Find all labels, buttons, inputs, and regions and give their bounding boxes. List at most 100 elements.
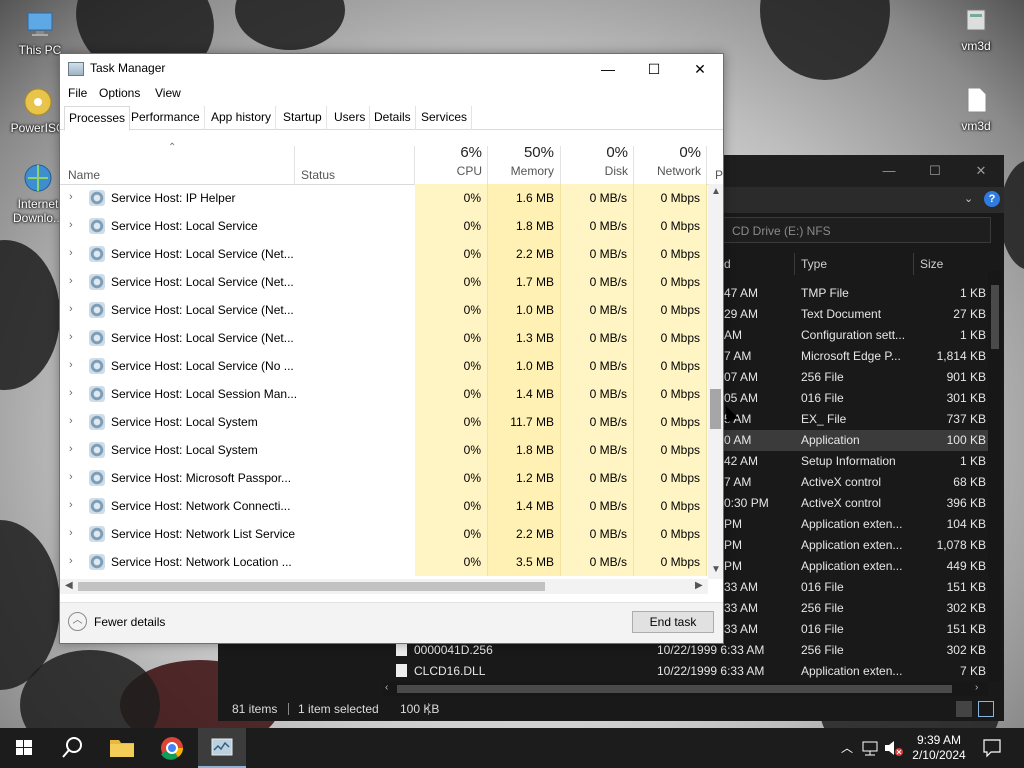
tab-startup[interactable]: Startup bbox=[279, 106, 327, 130]
column-divider[interactable] bbox=[913, 253, 914, 275]
process-row[interactable]: › Service Host: Network Connecti... 0% 1.4 … bbox=[60, 492, 708, 520]
column-divider[interactable] bbox=[794, 253, 795, 275]
column-header-cpu[interactable]: 6% CPU bbox=[416, 144, 482, 178]
explorer-close-button[interactable]: ✕ bbox=[958, 155, 1004, 187]
scroll-up-icon[interactable]: ▲ bbox=[711, 186, 721, 197]
tab-services[interactable]: Services bbox=[417, 106, 473, 130]
expand-chevron-icon[interactable]: › bbox=[69, 443, 73, 455]
column-divider[interactable] bbox=[706, 146, 707, 185]
expand-chevron-icon[interactable]: › bbox=[69, 247, 73, 259]
desktop-icon-vm3d-file[interactable]: vm3d bbox=[946, 84, 1006, 133]
column-header-size[interactable]: Size bbox=[920, 253, 943, 275]
tab-users[interactable]: Users bbox=[330, 106, 371, 130]
scroll-right-icon[interactable]: ▶ bbox=[695, 580, 703, 591]
menu-view[interactable]: View bbox=[155, 86, 181, 100]
action-center-icon[interactable] bbox=[978, 728, 1006, 768]
process-row[interactable]: › Service Host: Microsoft Passpor... 0% 1.2… bbox=[60, 464, 708, 492]
volume-muted-icon[interactable] bbox=[882, 728, 904, 768]
column-header-power[interactable]: P bbox=[715, 168, 723, 182]
details-view-icon[interactable] bbox=[956, 701, 972, 717]
expand-chevron-icon[interactable]: › bbox=[69, 331, 73, 343]
process-row[interactable]: › Service Host: Local Session Man... 0% 1.4… bbox=[60, 380, 708, 408]
column-header-date[interactable]: d bbox=[724, 253, 731, 275]
scroll-right-icon[interactable]: › bbox=[975, 682, 978, 693]
task-manager-titlebar[interactable]: Task Manager — ☐ ✕ bbox=[60, 54, 723, 84]
taskbar-task-manager[interactable] bbox=[198, 728, 246, 768]
column-header-memory[interactable]: 50% Memory bbox=[490, 144, 554, 178]
tab-details[interactable]: Details bbox=[370, 106, 416, 130]
scrollbar-thumb[interactable] bbox=[991, 285, 999, 349]
start-button[interactable] bbox=[0, 728, 48, 768]
expand-chevron-icon[interactable]: › bbox=[69, 359, 73, 371]
process-row[interactable]: › Service Host: Local Service (Net... 0% 1.… bbox=[60, 296, 708, 324]
process-row[interactable]: › Service Host: Local Service (Net... 0% 1.… bbox=[60, 324, 708, 352]
column-divider[interactable] bbox=[487, 146, 488, 185]
process-row[interactable]: › Service Host: Local Service (Net... 0% 2.… bbox=[60, 240, 708, 268]
process-row[interactable]: › Service Host: Network List Service 0% 2.2… bbox=[60, 520, 708, 548]
search-button[interactable] bbox=[48, 728, 96, 768]
desktop-icon-this-pc[interactable]: This PC bbox=[10, 8, 70, 57]
task-manager-window[interactable]: Task Manager — ☐ ✕ File Options View Pro… bbox=[59, 53, 724, 644]
close-button[interactable]: ✕ bbox=[677, 54, 723, 84]
explorer-vertical-scrollbar[interactable] bbox=[988, 271, 1002, 681]
menu-file[interactable]: File bbox=[68, 86, 87, 100]
expand-chevron-icon[interactable]: › bbox=[69, 275, 73, 287]
fewer-details-link[interactable]: Fewer details bbox=[94, 615, 165, 629]
scroll-down-icon[interactable]: ▼ bbox=[711, 564, 721, 575]
help-icon[interactable]: ? bbox=[984, 191, 1000, 207]
process-row[interactable]: › Service Host: IP Helper 0% 1.6 MB 0 MB/s 0 … bbox=[60, 184, 708, 212]
clock[interactable]: 9:39 AM 2/10/2024 bbox=[906, 728, 972, 768]
process-row[interactable]: › Service Host: Local Service (Net... 0% 1.… bbox=[60, 268, 708, 296]
column-divider[interactable] bbox=[294, 146, 295, 185]
explorer-minimize-button[interactable]: — bbox=[866, 155, 912, 187]
tab-app-history[interactable]: App history bbox=[207, 106, 277, 130]
vertical-scrollbar[interactable]: ▲ ▼ bbox=[708, 184, 723, 579]
explorer-horizontal-scrollbar[interactable]: ‹ › bbox=[383, 682, 988, 696]
column-header-network[interactable]: 0% Network bbox=[634, 144, 701, 178]
process-list[interactable]: › Service Host: IP Helper 0% 1.6 MB 0 MB/s 0 … bbox=[60, 184, 708, 579]
expand-chevron-icon[interactable]: › bbox=[69, 527, 73, 539]
sort-ascending-icon[interactable]: ⌃ bbox=[168, 142, 178, 153]
expand-chevron-icon[interactable]: › bbox=[69, 219, 73, 231]
scrollbar-thumb[interactable] bbox=[397, 685, 952, 693]
column-header-status[interactable]: Status bbox=[301, 168, 335, 182]
tab-processes[interactable]: Processes bbox=[64, 106, 131, 131]
expand-chevron-icon[interactable]: › bbox=[69, 303, 73, 315]
taskbar-chrome[interactable] bbox=[148, 728, 196, 768]
ribbon-expand-icon[interactable]: ⌄ bbox=[964, 192, 973, 205]
taskbar-file-explorer[interactable] bbox=[98, 728, 146, 768]
large-icons-view-icon[interactable] bbox=[978, 701, 994, 717]
column-divider[interactable] bbox=[633, 146, 634, 185]
column-divider[interactable] bbox=[560, 146, 561, 185]
process-row[interactable]: › Service Host: Local Service (No ... 0% 1.… bbox=[60, 352, 708, 380]
expand-chevron-icon[interactable]: › bbox=[69, 555, 73, 567]
chevron-up-icon[interactable]: ︿ bbox=[68, 612, 87, 631]
explorer-maximize-button[interactable]: ☐ bbox=[912, 155, 958, 187]
minimize-button[interactable]: — bbox=[585, 54, 631, 84]
maximize-button[interactable]: ☐ bbox=[631, 54, 677, 84]
scrollbar-thumb[interactable] bbox=[710, 389, 721, 429]
expand-chevron-icon[interactable]: › bbox=[69, 499, 73, 511]
file-row[interactable]: CLCD16.DLL 10/22/1999 6:33 AM Application … bbox=[378, 661, 988, 682]
expand-chevron-icon[interactable]: › bbox=[69, 191, 73, 203]
process-row[interactable]: › Service Host: Local System 0% 11.7 MB 0 MB… bbox=[60, 408, 708, 436]
menu-options[interactable]: Options bbox=[99, 86, 140, 100]
horizontal-scrollbar[interactable]: ◀ ▶ bbox=[60, 579, 708, 594]
scrollbar-thumb[interactable] bbox=[78, 582, 545, 591]
column-header-type[interactable]: Type bbox=[801, 253, 827, 275]
expand-chevron-icon[interactable]: › bbox=[69, 387, 73, 399]
column-header-disk[interactable]: 0% Disk bbox=[562, 144, 628, 178]
scroll-left-icon[interactable]: ‹ bbox=[385, 682, 388, 693]
end-task-button[interactable]: End task bbox=[632, 611, 714, 633]
expand-chevron-icon[interactable]: › bbox=[69, 471, 73, 483]
column-header-name[interactable]: Name bbox=[68, 168, 100, 182]
process-row[interactable]: › Service Host: Local System 0% 1.8 MB 0 MB/… bbox=[60, 436, 708, 464]
process-row[interactable]: › Service Host: Local Service 0% 1.8 MB 0 MB… bbox=[60, 212, 708, 240]
column-divider[interactable] bbox=[414, 146, 415, 185]
expand-chevron-icon[interactable]: › bbox=[69, 415, 73, 427]
network-icon[interactable] bbox=[860, 728, 880, 768]
show-hidden-icons-button[interactable]: ︿ bbox=[838, 728, 856, 768]
process-row[interactable]: › Service Host: Network Location ... 0% 3.5… bbox=[60, 548, 708, 576]
explorer-address-bar[interactable]: CD Drive (E:) NFS bbox=[723, 217, 991, 243]
scroll-left-icon[interactable]: ◀ bbox=[65, 580, 73, 591]
